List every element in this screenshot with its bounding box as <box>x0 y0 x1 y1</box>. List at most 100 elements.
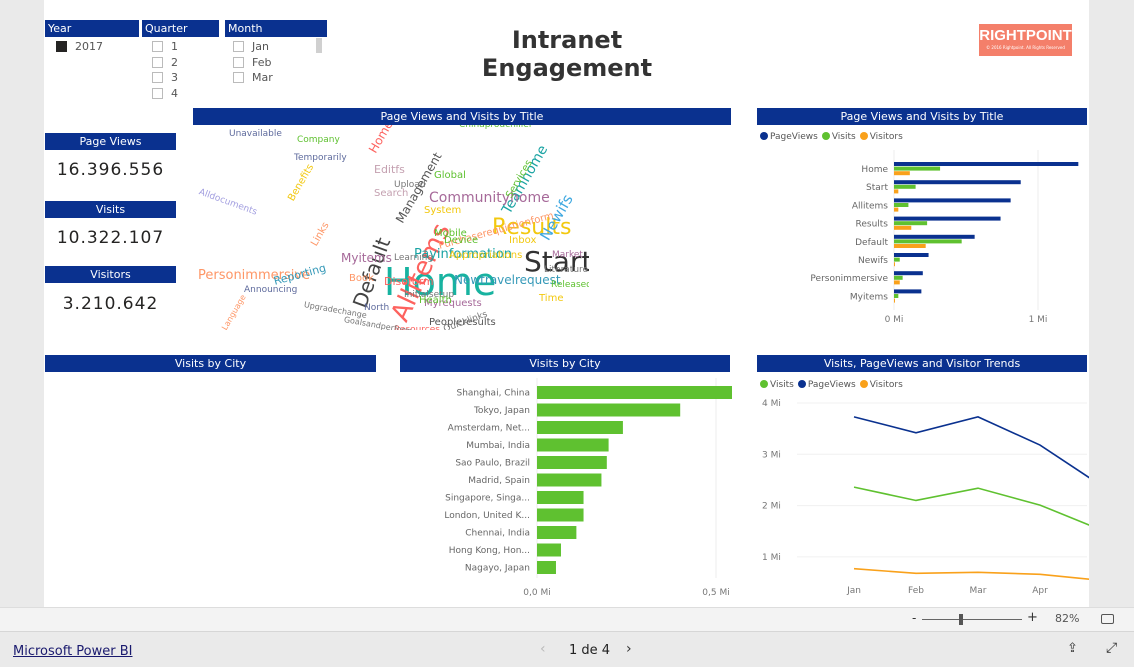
bar-visits <box>894 166 941 171</box>
city-bar <box>537 561 556 574</box>
rightpoint-logo: RIGHTPOINT © 2016 Rightpoint. All Rights … <box>979 24 1072 56</box>
city-bar <box>537 421 623 434</box>
fullscreen-icon[interactable]: ⤢ <box>1106 640 1117 656</box>
bar-pageviews <box>894 216 1001 221</box>
bar-visits <box>894 275 903 280</box>
wordcloud-word[interactable]: Alldocuments <box>197 187 258 217</box>
wordcloud-word[interactable]: Temporarily <box>294 153 347 163</box>
wordcloud-word[interactable]: North <box>364 303 389 313</box>
city-label: Mumbai, India <box>466 441 530 451</box>
wordcloud-word[interactable]: Disoform <box>384 275 434 288</box>
quarter-option[interactable]: 3 <box>152 71 178 84</box>
wordcloud-word[interactable]: Time <box>539 293 563 304</box>
wordcloud-word[interactable]: Reporting <box>272 261 327 287</box>
checkbox[interactable] <box>152 41 163 52</box>
legend-visits[interactable]: Visits <box>760 380 794 390</box>
x-tick-label: Jan <box>846 586 861 596</box>
wordcloud-word[interactable]: System <box>424 205 461 216</box>
wordcloud-word[interactable]: Book <box>349 273 374 284</box>
zoom-out-button[interactable]: - <box>912 611 916 625</box>
city-bar <box>537 456 607 469</box>
share-icon[interactable]: ⇪ <box>1067 641 1078 656</box>
quarter-option[interactable]: 4 <box>152 87 178 100</box>
x-tick-label: 0,0 Mi <box>523 588 550 598</box>
year-slicer-header: Year <box>45 20 139 37</box>
wordcloud-word[interactable]: Company <box>297 135 340 145</box>
checkbox[interactable] <box>233 56 244 68</box>
barchart-legend: PageViews Visits Visitors <box>760 132 903 142</box>
wordcloud-word[interactable]: Myitems <box>341 251 392 265</box>
y-tick-label: 1 Mi <box>762 553 781 563</box>
prev-page-icon[interactable]: ‹ <box>540 641 546 657</box>
month-option[interactable]: Jan <box>233 40 269 53</box>
city-bar <box>537 403 681 417</box>
wordcloud-word[interactable]: Unavailable <box>229 129 282 139</box>
wordcloud-word[interactable]: Chinaprodchiller <box>459 125 533 130</box>
checkbox[interactable] <box>152 56 163 68</box>
legend-pageviews[interactable]: PageViews <box>797 380 856 390</box>
category-label: Personimmersive <box>810 274 888 284</box>
zoom-slider[interactable] <box>922 619 1022 620</box>
wordcloud-word[interactable]: Homepage <box>366 125 411 156</box>
month-slicer-scrollbar[interactable] <box>316 38 322 53</box>
fit-to-page-icon[interactable] <box>1101 614 1114 624</box>
x-tick-label: Feb <box>908 586 924 596</box>
wordcloud-word[interactable]: Language <box>220 293 248 330</box>
line-visits <box>853 486 1089 526</box>
option-label: Jan <box>252 40 269 53</box>
zoom-in-button[interactable]: + <box>1027 610 1038 625</box>
wordcloud-word[interactable]: Appropriations <box>449 250 522 261</box>
power-bi-link[interactable]: Microsoft Power BI <box>13 644 132 659</box>
quarter-option[interactable]: 2 <box>152 56 178 69</box>
legend-visitors[interactable]: Visitors <box>859 380 903 390</box>
wordcloud-word[interactable]: Literature <box>544 265 588 275</box>
map-title: Visits by City <box>45 355 376 372</box>
city-label: Nagayo, Japan <box>465 564 530 574</box>
checkbox[interactable] <box>152 87 163 99</box>
city-label: Sao Paulo, Brazil <box>455 459 530 469</box>
wordcloud-word[interactable]: Learning <box>394 253 433 263</box>
legend-visitors[interactable]: Visitors <box>859 132 903 142</box>
wordcloud-word[interactable]: Market <box>552 250 583 260</box>
wordcloud-word[interactable]: Editfs <box>374 163 405 176</box>
page-indicator: 1 de 4 <box>569 643 611 658</box>
city-label: London, United K... <box>444 511 530 521</box>
wordcloud-word[interactable]: Inbox <box>509 235 536 246</box>
checkbox[interactable] <box>152 72 163 83</box>
wordcloud-word[interactable]: Benefits <box>286 162 316 203</box>
quarter-option[interactable]: 1 <box>152 40 178 53</box>
month-option[interactable]: Mar <box>233 71 273 84</box>
wordcloud-word[interactable]: Links <box>309 220 331 248</box>
bar-visits <box>894 239 962 244</box>
checkbox[interactable] <box>233 72 244 83</box>
wordcloud-word[interactable]: Health <box>419 295 452 306</box>
kpi-visitors-value: 3.210.642 <box>62 294 159 314</box>
wordcloud-word[interactable]: Released <box>551 280 589 290</box>
quarter-slicer-header: Quarter <box>142 20 219 37</box>
report-title: Intranet Engagement <box>481 26 653 82</box>
y-tick-label: 4 Mi <box>762 399 781 409</box>
wordcloud-word[interactable]: Upload <box>394 180 426 190</box>
wordcloud-word[interactable]: Global <box>434 170 466 181</box>
wordcloud-word[interactable]: Careeropportunities <box>574 125 589 127</box>
checkbox-checked[interactable] <box>56 41 67 52</box>
wordcloud-word[interactable]: Communityhome <box>429 190 550 206</box>
category-label: Default <box>855 238 888 248</box>
year-option-2017[interactable]: 2017 <box>56 40 103 53</box>
category-label: Results <box>856 220 889 230</box>
wordcloud-word[interactable]: Announcing <box>244 285 297 295</box>
next-page-icon[interactable]: › <box>626 641 632 657</box>
bar-pageviews <box>894 253 929 257</box>
month-option[interactable]: Feb <box>233 56 271 69</box>
legend-pageviews[interactable]: PageViews <box>760 132 818 142</box>
wordcloud-word[interactable]: Newtravelrequest <box>454 273 561 287</box>
wordcloud[interactable]: Home Start Results Allitems Default Newifs Per… <box>194 125 589 330</box>
wordcloud-word[interactable]: Device <box>444 235 478 246</box>
bar-visits <box>894 257 900 262</box>
footer: Microsoft Power BI ‹ 1 de 4 › ⇪ ⤢ <box>0 631 1134 667</box>
city-map[interactable] <box>45 373 376 603</box>
bar-visits <box>894 221 928 226</box>
legend-visits[interactable]: Visits <box>821 132 856 142</box>
checkbox[interactable] <box>233 41 244 52</box>
zoom-slider-thumb[interactable] <box>959 614 963 625</box>
